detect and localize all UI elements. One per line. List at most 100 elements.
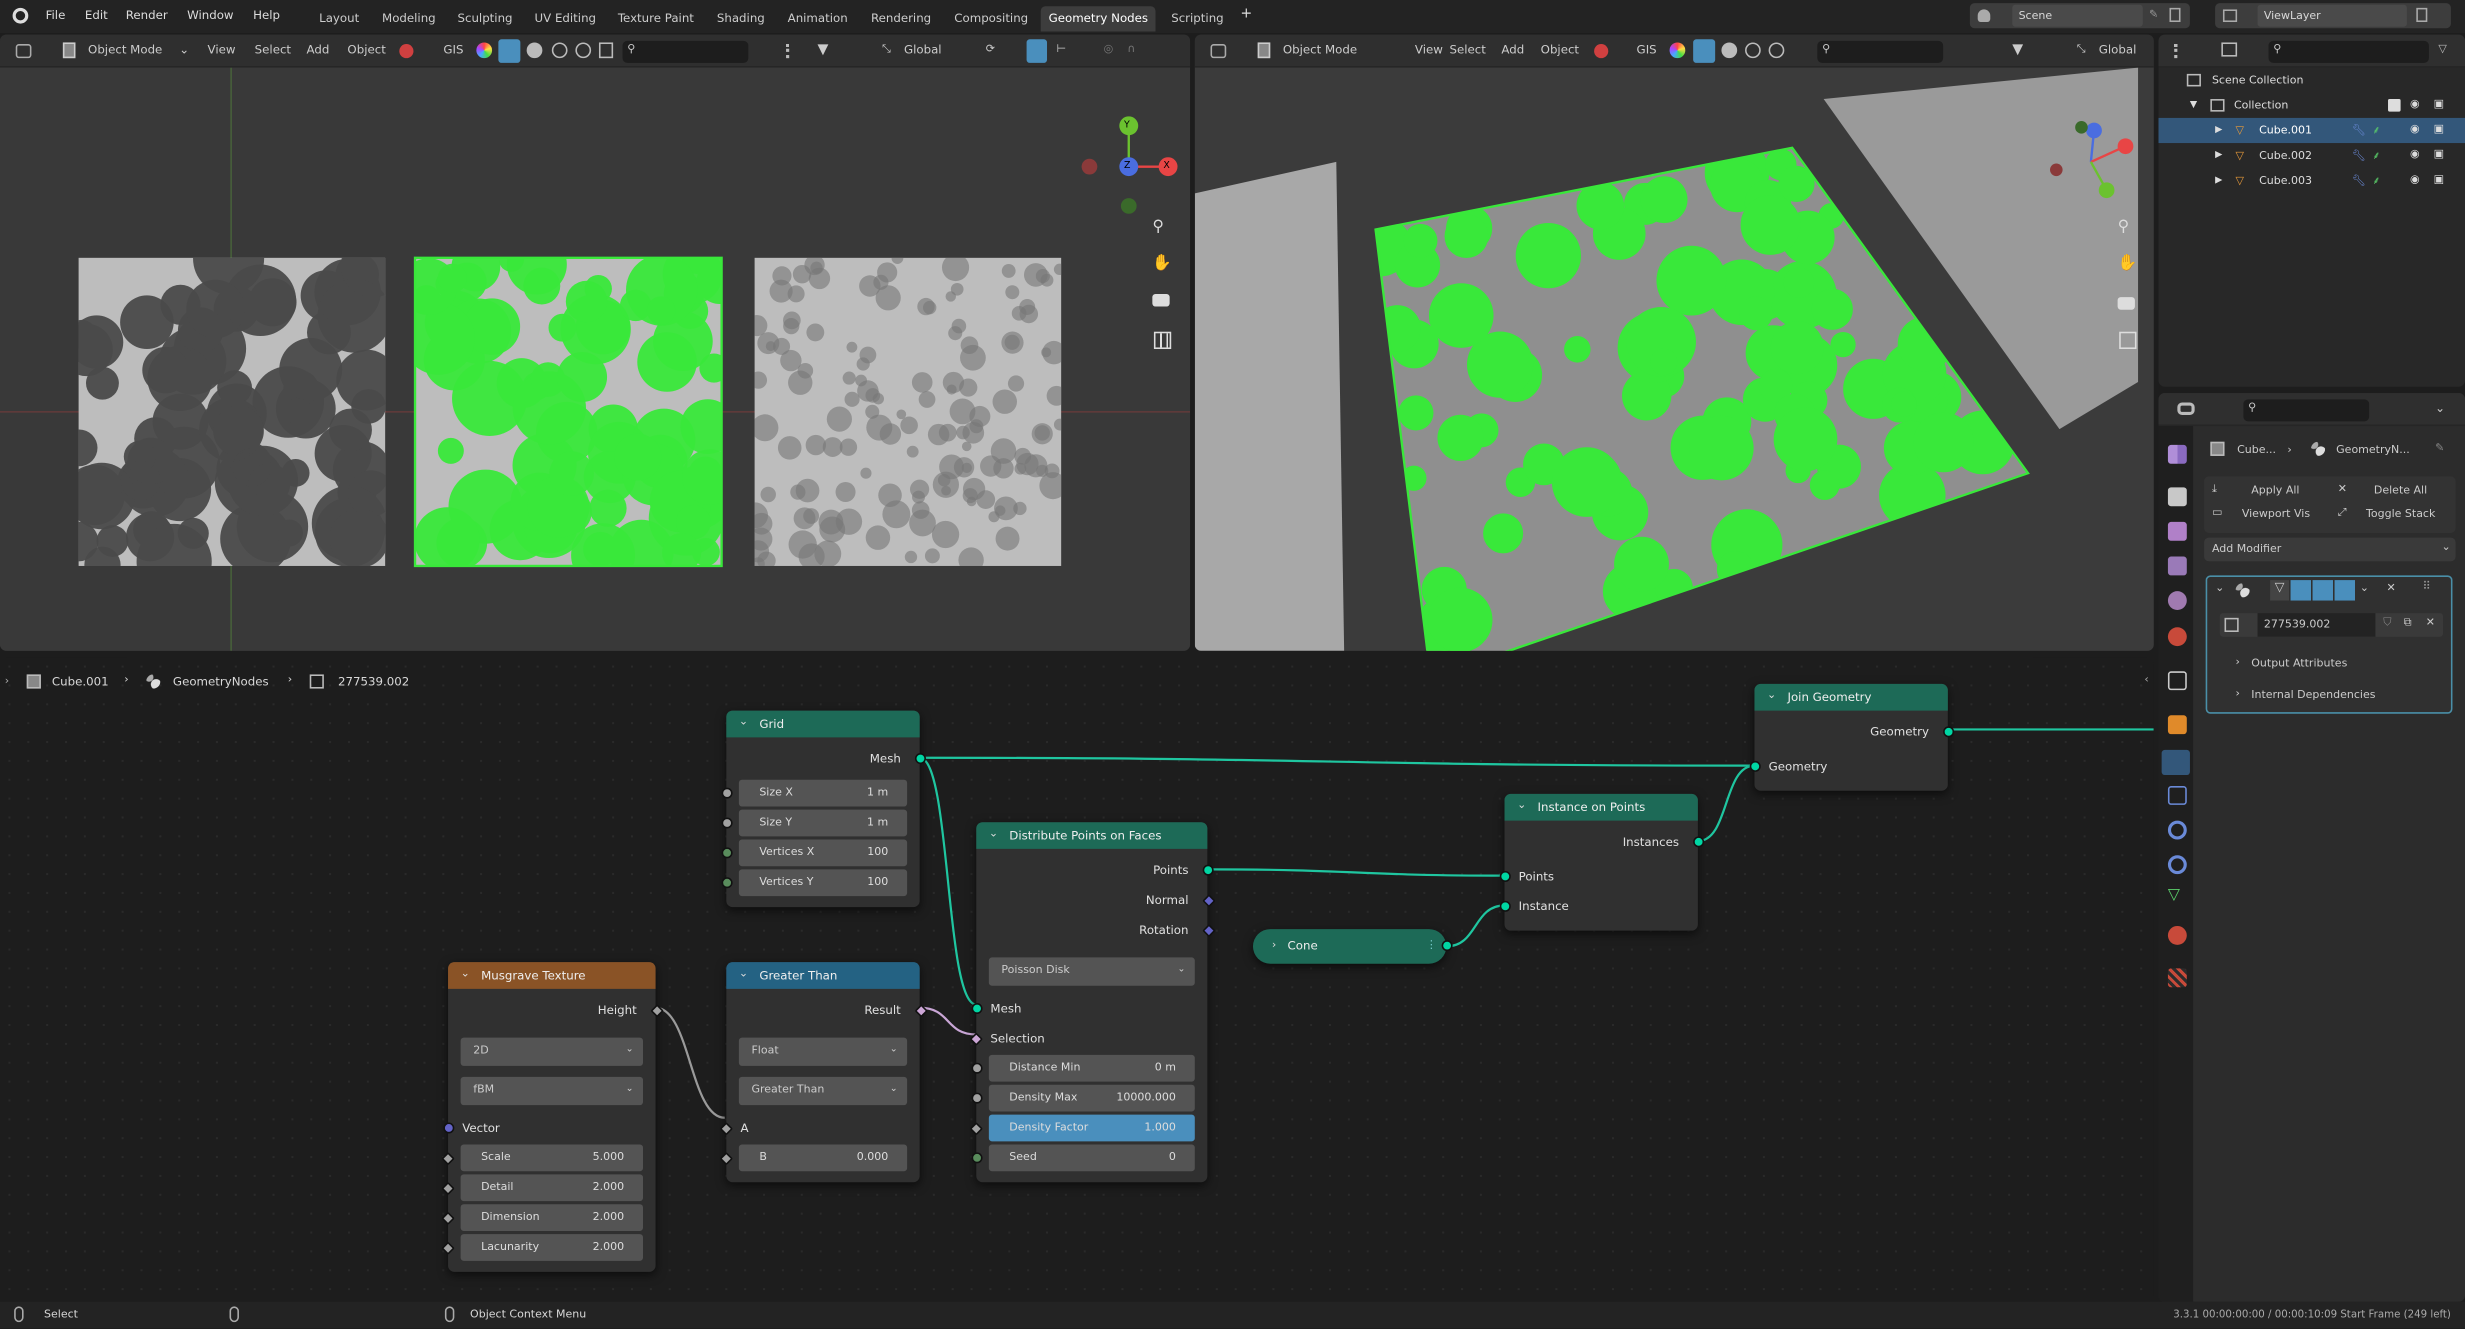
pin-icon[interactable]: ✎ [2435,442,2444,455]
menu-view[interactable]: View [1415,42,1443,56]
filter-icon[interactable]: ▽ [2438,42,2446,55]
socket-geometry[interactable] [970,1002,982,1015]
properties-search-input[interactable]: ⚲ [2243,399,2370,422]
node-distribute[interactable]: ⌄ Distribute Points on Faces Points Normal R… [968,822,1215,1183]
fake-user-shield-icon[interactable]: ⛉ [2383,616,2391,630]
value-field[interactable]: Size X 1 m [738,779,908,807]
select-box-icon[interactable] [1693,39,1716,63]
value-field[interactable]: Scale 5.000 [460,1144,643,1172]
collapse-chevron-icon[interactable]: ⌄ [1767,689,1776,702]
vertex-groups-icon[interactable]: ⸙ [2372,149,2380,163]
menu-file[interactable]: File [46,8,66,22]
expand-chevron-icon[interactable]: › [1272,939,1276,952]
value-field[interactable]: Density Max 10000.000 [988,1084,1195,1112]
collapse-chevron-icon[interactable]: ⌄ [989,827,998,840]
collection-tab-icon[interactable] [2167,671,2187,691]
drag-handle-icon[interactable]: ⠿ [2423,580,2431,593]
shading-rendered-icon[interactable] [575,42,592,59]
on-cage-toggle-icon[interactable] [2290,580,2311,601]
value-field[interactable]: B 0.000 [738,1144,908,1172]
camera-render-icon[interactable]: ▣ [2434,97,2444,110]
outliner-item-scene-collection[interactable]: Scene Collection [2158,68,2465,93]
node-grid[interactable]: ⌄ Grid Mesh Size X 1 m Size Y 1 m Vertices X 100… [720,710,926,908]
vertex-groups-icon[interactable]: ⸙ [2372,124,2380,138]
dropdown[interactable]: Poisson Disk ⌄ [988,957,1195,986]
socket-geometry[interactable] [914,753,926,765]
delete-all-button[interactable]: Delete All [2374,484,2427,497]
tab-sculpting[interactable]: Sculpting [450,6,521,31]
outliner-item-cube-003[interactable]: ▶ ▽ Cube.003 🔧︎ ⸙ ◉ ▣ [2158,168,2465,193]
transform-orientation-dropdown[interactable]: Global [904,42,942,56]
shading-material-icon[interactable] [551,42,568,59]
value-field[interactable]: Detail 2.000 [460,1174,643,1202]
output-tab-icon[interactable] [2167,521,2187,541]
pan-hand-icon[interactable]: ✋ [1152,255,1172,272]
overlay-color-icon[interactable] [1669,42,1686,59]
eye-icon[interactable]: ◉ [2410,148,2420,161]
menu-select[interactable]: Select [255,42,291,56]
filter-icon[interactable]: ▼ [817,42,828,58]
shading-solid-icon[interactable] [526,42,543,59]
tab-geometry-nodes[interactable]: Geometry Nodes [1040,6,1156,32]
zoom-icon[interactable]: ⚲ [1152,219,1164,236]
tab-scripting[interactable]: Scripting [1163,6,1231,31]
display-mode-icon[interactable] [2221,42,2238,57]
modifier-wrench-icon[interactable]: 🔧︎ [2352,149,2366,162]
world-tab-icon[interactable] [2167,627,2187,647]
node-group-selector[interactable]: 277539.002 ⛉ ⧉ ✕ [2219,613,2444,637]
socket-geometry[interactable] [1692,836,1704,848]
value-field[interactable]: Vertices Y 100 [738,869,908,897]
viewport-scene[interactable] [1194,67,2154,651]
pan-hand-icon[interactable]: ✋ [2118,255,2138,272]
collapse-chevron-icon[interactable]: ⌄ [739,967,748,980]
add-modifier-dropdown[interactable]: Add Modifier ⌄ [2204,537,2456,562]
navigation-gizmo[interactable]: Y X Z [1069,107,1187,220]
socket-vector[interactable] [442,1122,454,1134]
object-mode-dropdown[interactable]: Object Mode [1283,42,1357,56]
expand-arrow-icon[interactable]: ▶ [2215,124,2222,135]
socket-geometry[interactable] [1942,726,1954,738]
camera-view-icon[interactable] [2117,297,2135,310]
physics-tab-icon[interactable] [2167,820,2187,840]
overlay-color-icon[interactable] [476,42,493,59]
snap-increment-icon[interactable]: ⊢ [1056,42,1066,55]
socket-float[interactable] [720,787,732,799]
menu-window[interactable]: Window [187,8,233,22]
duplicate-icon[interactable]: ⧉ [2404,616,2412,630]
socket-geometry[interactable] [1498,900,1511,912]
camera-render-icon[interactable]: ▣ [2434,173,2444,186]
tab-layout[interactable]: Layout [311,6,367,31]
pivot-icon[interactable]: ⟳ [986,42,995,55]
new-view-layer-icon[interactable] [2416,7,2428,23]
eye-icon[interactable]: ◉ [2410,123,2420,136]
node-join[interactable]: ⌄ Join Geometry Geometry Geometry [1748,683,1954,791]
editor-type-icon[interactable] [2174,44,2190,59]
collapse-chevron-icon[interactable]: ⌄ [1517,799,1526,812]
node-header[interactable]: ⌄ Greater Than [726,962,920,989]
camera-render-icon[interactable]: ▣ [2434,148,2444,161]
socket-int[interactable] [970,1152,982,1164]
expand-arrow-icon[interactable]: ▼ [2190,99,2197,110]
menu-add[interactable]: Add [1501,42,1524,56]
socket-geometry[interactable] [1201,864,1213,876]
vertex-groups-icon[interactable]: ⸙ [2372,175,2380,189]
render-toggle-icon[interactable] [2334,580,2356,601]
data-tab-icon[interactable]: ▽ [2168,887,2187,906]
scene-tab-icon[interactable] [2167,591,2187,610]
gis-menu[interactable]: GIS [443,42,463,56]
unlink-icon[interactable]: ✕ [2426,616,2435,629]
node-header[interactable]: ⌄ Musgrave Texture [448,962,656,989]
socket-float[interactable] [720,817,732,829]
realtime-display-icon[interactable] [2312,580,2333,601]
object-tab-icon[interactable] [2167,715,2187,735]
pin-icon[interactable]: ✎ [2149,8,2158,21]
shading-material-icon[interactable] [1745,42,1761,59]
menu-render[interactable]: Render [126,8,168,22]
value-field[interactable]: Distance Min 0 m [988,1054,1195,1082]
snap-target-icon[interactable] [786,44,802,59]
menu-add[interactable]: Add [307,42,330,56]
node-instance[interactable]: ⌄ Instance on Points Instances Points Instan… [1498,793,1704,931]
collapse-chevron-icon[interactable]: ⌄ [461,967,470,980]
value-field[interactable]: Density Factor 1.000 [988,1114,1195,1142]
add-workspace-button[interactable]: + [1240,6,1252,22]
